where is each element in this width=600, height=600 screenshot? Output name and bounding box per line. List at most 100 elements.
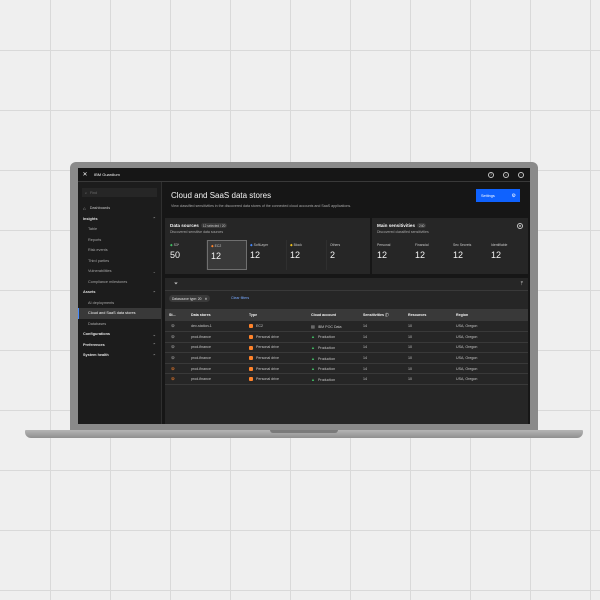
data-sources-title-text: Data sources	[170, 223, 199, 228]
main-sensitivities-title: Main sensitivities 240	[377, 223, 427, 229]
close-icon[interactable]: ✕	[78, 171, 92, 178]
cell-region: USA, Oregon	[456, 324, 478, 329]
sidebar-item-databases[interactable]: Databases	[78, 319, 161, 330]
main-sensitivities-subtitle: Discovered classified sensitivities	[377, 230, 429, 234]
sidebar-item-label: AI deployments	[88, 300, 115, 305]
laptop-notch	[270, 430, 338, 433]
divider	[165, 290, 528, 291]
column-header-type[interactable]: Type	[245, 309, 307, 321]
cell-type: EC2	[245, 321, 307, 332]
settings-label: Settings	[481, 193, 495, 198]
data-stores-table: St... Data stores Type Cloud account Sen…	[165, 309, 528, 385]
main-content: Cloud and SaaS data stores View classifi…	[163, 182, 530, 424]
search-placeholder: Find	[90, 190, 98, 195]
sidebar-item-table[interactable]: Table	[78, 224, 161, 235]
status-ok-icon: ⊚	[171, 355, 175, 361]
page-description: View classified sensitivities in the dis…	[171, 204, 352, 208]
brand-name: IBM Guardium	[94, 172, 120, 177]
s3-icon: ◆	[170, 243, 173, 247]
main-sensitivities-title-text: Main sensitivities	[377, 223, 416, 228]
sidebar-section-preferences[interactable]: Preferences ⌃	[78, 340, 161, 351]
info-icon: ⓘ	[384, 312, 389, 317]
ec2-icon: ◆	[211, 244, 214, 248]
table-row[interactable]: ⊚ prod-finance Personal drive ▲ Productio…	[165, 363, 528, 374]
data-source-tile-block[interactable]: ◆Block 12	[287, 240, 327, 270]
cell-account-label: Production	[317, 377, 336, 382]
tile-value: 50	[170, 250, 181, 260]
data-source-tile-softlayer[interactable]: ◆SoftLayer 12	[247, 240, 287, 270]
close-icon[interactable]: ✕	[205, 297, 208, 301]
column-header-resources[interactable]: Resources	[404, 309, 452, 321]
sidebar-item-label: Assets	[83, 290, 96, 295]
search-icon: ⌕	[85, 190, 88, 195]
tile-value: 12	[250, 250, 261, 260]
table-row[interactable]: ⊚ prod-finance Personal drive ▲ Productio…	[165, 332, 528, 343]
sidebar-item-compliance-milestones[interactable]: Compliance milestones	[78, 277, 161, 288]
sidebar-item-third-parties[interactable]: Third parties	[78, 256, 161, 267]
sidebar-item-reports[interactable]: Reports	[78, 235, 161, 246]
tile-label: SoftLayer	[253, 243, 269, 247]
status-ok-icon: ⊚	[171, 333, 175, 339]
data-source-tile-others[interactable]: Others 2	[327, 240, 367, 270]
sidebar-item-label: Third parties	[88, 258, 110, 263]
tile-value: 12	[211, 251, 222, 261]
cell-resources: 10	[408, 324, 412, 329]
column-header-status[interactable]: St...	[165, 309, 187, 321]
table-row[interactable]: ⊚ prod-finance Personal drive ▲ Productio…	[165, 353, 528, 364]
chevron-up-icon: ⌃	[152, 342, 156, 348]
column-header-region[interactable]: Region	[452, 309, 528, 321]
export-icon[interactable]: ⤒	[521, 281, 523, 287]
settings-icon[interactable]: ✱	[517, 223, 523, 229]
settings-button[interactable]: Settings ⚙	[476, 189, 520, 202]
cell-sensitivities: 14	[363, 377, 367, 382]
cell-cloud-account: ▲ Production	[307, 374, 359, 385]
top-bar: ✕ IBM Guardium ? • ◦	[78, 168, 530, 182]
cell-sensitivities: 14	[363, 356, 367, 361]
tile-value: 12	[377, 250, 388, 260]
sensitivity-tile-sec-secrets[interactable]: Sec Secrets 12	[450, 240, 488, 270]
data-source-tile-s3[interactable]: ◆S3* 50	[167, 240, 207, 270]
cell-cloud-account: ▲ Production	[307, 363, 359, 374]
table-row[interactable]: ⊚ prod-finance Personal drive ▲ Productio…	[165, 374, 528, 385]
filter-icon[interactable]: ⏷	[174, 281, 178, 287]
cell-resources: 10	[408, 334, 412, 339]
drive-icon: ▲	[311, 355, 315, 361]
clear-filters-link[interactable]: Clear filters	[231, 296, 249, 300]
sensitivity-tile-personal[interactable]: Personal 12	[374, 240, 412, 270]
sidebar-item-vulnerabilities[interactable]: Vulnerabilities ⌄	[78, 266, 161, 277]
column-header-sensitivities[interactable]: Sensitivities ⓘ	[359, 309, 404, 321]
sidebar-section-configurations[interactable]: Configurations ⌄	[78, 329, 161, 340]
user-icon[interactable]: ◦	[518, 171, 524, 178]
table-row[interactable]: ⊚ prod-finance Personal drive ▲ Productio…	[165, 342, 528, 353]
sensitivity-tile-identifiable[interactable]: Identifiable 12	[488, 240, 526, 270]
cell-type-label: Personal drive	[256, 356, 279, 361]
sidebar-section-system-health[interactable]: System health ⌃	[78, 350, 161, 361]
sidebar-section-insights[interactable]: Insights ⌃	[78, 214, 161, 225]
search-input[interactable]: ⌕ Find	[82, 188, 157, 197]
help-icon[interactable]: ?	[488, 171, 494, 178]
status-ok-icon: ⊚	[171, 344, 175, 350]
cell-type-label: Personal drive	[256, 366, 279, 371]
column-header-data-stores[interactable]: Data stores	[187, 309, 245, 321]
cell-account-label: Production	[317, 367, 336, 372]
sidebar-item-cloud-saas-data-stores[interactable]: Cloud and SaaS data stores	[78, 308, 161, 319]
cell-sensitivities: 14	[363, 334, 367, 339]
cell-region: USA, Oregon	[456, 377, 478, 382]
sidebar-item-ai-deployments[interactable]: AI deployments	[78, 298, 161, 309]
sidebar-item-label: Compliance milestones	[88, 279, 128, 284]
filter-chip[interactable]: Datasource type: 20 ✕	[169, 295, 211, 302]
data-source-tile-ec2[interactable]: ◆EC2 12	[207, 240, 247, 270]
data-sources-card: Data sources 12 selected / 20 Discovered …	[165, 218, 370, 274]
sensitivity-tile-financial[interactable]: Financial 12	[412, 240, 450, 270]
sidebar-item-risk-events[interactable]: Risk events	[78, 245, 161, 256]
tile-label: Financial	[415, 243, 429, 247]
drive-icon	[249, 334, 253, 339]
sidebar-item-label: Vulnerabilities	[88, 269, 112, 274]
tile-value: 12	[453, 250, 464, 260]
cell-resources: 10	[408, 366, 412, 371]
sidebar-item-dashboards[interactable]: ⌂ Dashboards	[78, 203, 161, 214]
notification-icon[interactable]: •	[503, 171, 509, 178]
column-header-cloud-account[interactable]: Cloud account	[307, 309, 359, 321]
sidebar-section-assets[interactable]: Assets ⌃	[78, 287, 161, 298]
table-row[interactable]: ⊚ dev-station-1 EC2 ▤ IBM POC Data 14 10 …	[165, 321, 528, 332]
